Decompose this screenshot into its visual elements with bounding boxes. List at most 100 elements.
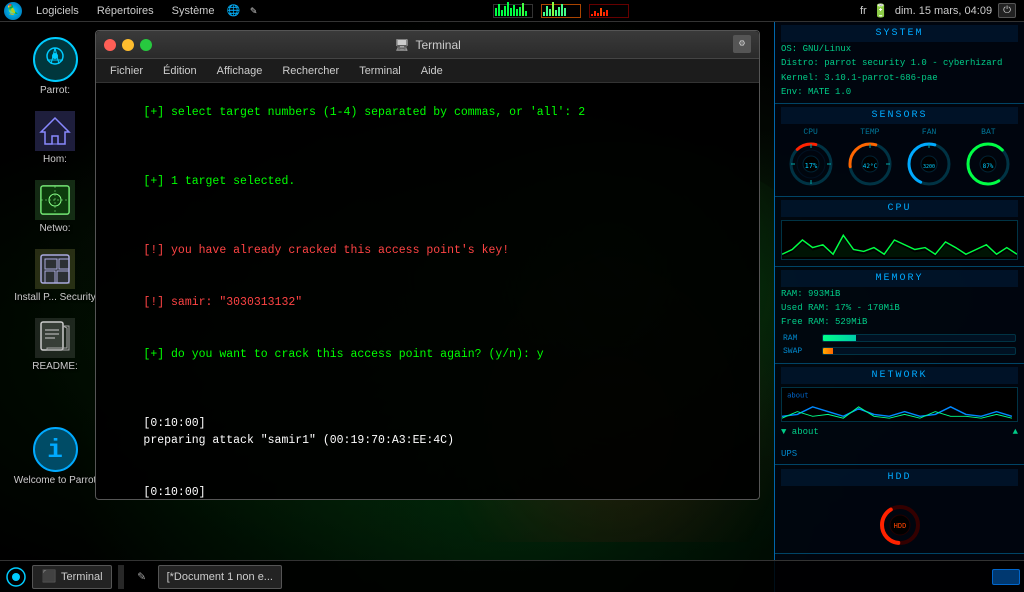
taskbar-bottom: ⬛ Terminal ✎ [*Document 1 non e... [0, 560, 1024, 592]
taskbar-app-terminal[interactable]: ⬛ Terminal [32, 565, 112, 589]
ng-bar [561, 4, 563, 16]
svg-text:HDD: HDD [893, 522, 906, 530]
datetime-display: dim. 15 mars, 04:09 [895, 5, 992, 17]
ng-bar [597, 13, 599, 16]
memory-title: MEMORY [781, 270, 1018, 287]
ng-bar [546, 6, 548, 16]
battery-gauge: BAT 87% [963, 128, 1013, 189]
sensors-section: SENSORS CPU 17% T [775, 104, 1024, 197]
ng-bar [504, 6, 506, 16]
fan-gauge-svg: 3200 [904, 139, 954, 189]
info-glyph: i [47, 435, 63, 465]
terminal-line-7: [+] do you want to crack this access poi… [102, 329, 753, 381]
system-distro: Distro: parrot security 1.0 - cyberhizar… [781, 56, 1018, 70]
gauge-cpu-label: CPU [803, 128, 817, 137]
sidebar-item-readme[interactable]: README: [0, 313, 110, 377]
minimize-button[interactable] [122, 39, 134, 51]
maximize-button[interactable] [140, 39, 152, 51]
t-text: [+] select target numbers (1-4) separate… [143, 106, 585, 119]
net-up: ▲ [1013, 425, 1018, 439]
sidebar-item-welcome[interactable]: i Welcome to Parrot [0, 422, 110, 491]
parrot-logo-icon[interactable]: 🦜 [4, 2, 22, 20]
ng-bar [594, 11, 596, 16]
system-section: SYSTEM OS: GNU/Linux Distro: parrot secu… [775, 22, 1024, 104]
menu-terminal[interactable]: Terminal [351, 63, 409, 79]
title-right-controls: ⚙ [733, 35, 751, 53]
parrot-svg [41, 46, 69, 74]
install-svg [37, 251, 73, 287]
sidebar-readme-label: README: [32, 361, 78, 372]
system-os: OS: GNU/Linux [781, 42, 1018, 56]
pencil-icon[interactable]: ✎ [244, 2, 262, 20]
gauge-bat-label: BAT [981, 128, 995, 137]
ng-bar [558, 7, 560, 16]
terminal-icon-title: 🖥 [394, 38, 409, 52]
system-title: SYSTEM [781, 25, 1018, 42]
ng-bar [552, 2, 554, 16]
sidebar: Parrot: Hom: Netwo: [0, 22, 110, 592]
taskbar-app-document[interactable]: [*Document 1 non e... [158, 565, 282, 589]
ram-bar-row: RAM [783, 334, 1016, 343]
home-icon [35, 111, 75, 151]
memory-bars: RAM SWAP [781, 330, 1018, 360]
svg-text:42°C: 42°C [863, 163, 878, 170]
taskbar-right-section: fr 🔋 dim. 15 mars, 04:09 ⏻ [860, 3, 1024, 19]
t-text: [!] you have already cracked this access… [143, 244, 509, 257]
menu-edition[interactable]: Édition [155, 63, 205, 79]
sidebar-item-network[interactable]: Netwo: [0, 175, 110, 239]
terminal-line-4 [102, 208, 753, 225]
taskbar-logo-icon[interactable] [4, 565, 28, 589]
t-text: [+] do you want to crack this access poi… [143, 348, 543, 361]
terminal-line-6: [!] samir: "3030313132" [102, 277, 753, 329]
menu-systeme[interactable]: Système [164, 3, 223, 19]
menu-aide[interactable]: Aide [413, 63, 451, 79]
terminal-content[interactable]: [+] select target numbers (1-4) separate… [96, 83, 759, 499]
menu-fichier[interactable]: Fichier [102, 63, 151, 79]
terminal-settings-icon[interactable]: ⚙ [733, 35, 751, 53]
terminal-line-1: [+] select target numbers (1-4) separate… [102, 87, 753, 139]
terminal-line-8 [102, 380, 753, 397]
readme-svg [39, 320, 71, 356]
network-graph-1 [493, 4, 533, 18]
gauge-fan-label: FAN [922, 128, 936, 137]
globe-icon[interactable]: 🌐 [224, 2, 242, 20]
hdd-gauge-area: HDD [781, 486, 1018, 549]
sidebar-welcome-label: Welcome to Parrot [14, 475, 97, 486]
install-icon [35, 249, 75, 289]
language-indicator: fr [860, 5, 867, 17]
menu-repertoires[interactable]: Répertoires [89, 3, 162, 19]
swap-bar-row: SWAP [783, 347, 1016, 356]
right-panel: SYSTEM OS: GNU/Linux Distro: parrot secu… [774, 22, 1024, 592]
battery-icon: 🔋 [873, 3, 889, 19]
hdd-section: HDD HDD [775, 465, 1024, 554]
t-timestamp: [0:10:00] [143, 417, 212, 430]
swap-bar-track [822, 347, 1016, 355]
fan-gauge: FAN 3200 [904, 128, 954, 189]
terminal-line-5: [!] you have already cracked this access… [102, 225, 753, 277]
system-kernel: Kernel: 3.10.1-parrot-686-pae [781, 71, 1018, 85]
network-graph-3 [589, 4, 629, 18]
menu-rechercher[interactable]: Rechercher [274, 63, 347, 79]
terminal-line-10: [0:10:00] attempting fake authentication… [102, 467, 753, 500]
cpu-title: CPU [781, 200, 1018, 217]
ng-bar [513, 5, 515, 16]
sidebar-home-label: Hom: [43, 154, 67, 165]
battery-gauge-svg: 87% [963, 139, 1013, 189]
terminal-menubar: Fichier Édition Affichage Rechercher Ter… [96, 59, 759, 83]
ng-bar [519, 7, 521, 16]
menu-affichage[interactable]: Affichage [209, 63, 271, 79]
power-button[interactable]: ⏻ [998, 3, 1016, 18]
sidebar-item-install[interactable]: Install P... Security [0, 244, 110, 308]
sidebar-item-parrot[interactable]: Parrot: [0, 32, 110, 101]
network-graph-panel: about [781, 387, 1018, 422]
ups-row: UPS [781, 443, 1018, 461]
ng-bar [522, 3, 524, 16]
net-down: ▼ about [781, 425, 819, 439]
close-button[interactable] [104, 39, 116, 51]
menu-logiciels[interactable]: Logiciels [28, 3, 87, 19]
taskbar-pencil-icon[interactable]: ✎ [130, 565, 154, 589]
gauge-temp-label: TEMP [860, 128, 879, 137]
ng-bar [549, 9, 551, 16]
sidebar-item-home[interactable]: Hom: [0, 106, 110, 170]
ng-bar [606, 10, 608, 16]
